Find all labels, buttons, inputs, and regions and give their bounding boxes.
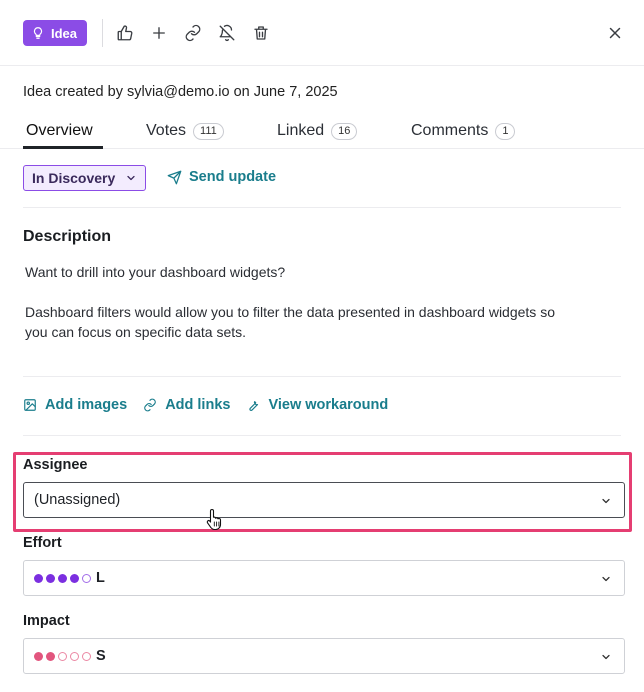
add-links-button[interactable]: Add links <box>143 397 230 413</box>
level-dot-empty <box>58 651 67 661</box>
status-value: In Discovery <box>32 170 116 186</box>
tab-overview[interactable]: Overview <box>26 122 93 140</box>
level-dot-empty <box>70 651 79 661</box>
impact-value: S <box>96 648 106 664</box>
plus-icon[interactable] <box>148 22 170 44</box>
tab-linked[interactable]: Linked 16 <box>277 122 358 140</box>
tab-bar: Overview Votes 111 Linked 16 Comments 1 <box>0 114 644 149</box>
active-tab-indicator <box>23 146 103 149</box>
description-title: Description <box>23 228 112 245</box>
divider <box>23 435 621 436</box>
view-workaround-label: View workaround <box>268 397 389 413</box>
level-dot-filled <box>58 573 67 583</box>
created-by-text: Idea created by sylvia@demo.io on June 7… <box>23 84 338 100</box>
bell-off-icon[interactable] <box>216 22 238 44</box>
chevron-down-icon <box>127 175 135 181</box>
assignee-select[interactable]: (Unassigned) <box>23 482 625 518</box>
type-badge-label: Idea <box>51 25 78 41</box>
description-actions: Add images Add links View workaround <box>23 397 388 413</box>
chevron-down-icon <box>602 498 610 504</box>
effort-value: L <box>96 570 105 586</box>
tab-comments-count: 1 <box>495 122 516 140</box>
thumbs-up-icon[interactable] <box>114 22 136 44</box>
tab-linked-count: 16 <box>331 122 358 140</box>
close-icon[interactable] <box>604 22 626 44</box>
level-dot-empty <box>82 651 91 661</box>
impact-label: Impact <box>23 613 70 629</box>
level-dot-filled <box>34 573 43 583</box>
toolbar-divider <box>102 19 103 47</box>
tab-comments[interactable]: Comments 1 <box>411 122 516 140</box>
effort-select[interactable]: L <box>23 560 625 596</box>
level-dot-filled <box>46 573 55 583</box>
description-line-3[interactable]: you can focus on specific data sets. <box>25 322 246 342</box>
level-dot-filled <box>34 651 43 661</box>
send-icon <box>167 170 182 184</box>
level-dot-empty <box>82 573 91 583</box>
level-dot-filled <box>70 573 79 583</box>
tab-votes-label: Votes <box>146 122 187 139</box>
assignee-label: Assignee <box>23 457 88 473</box>
divider <box>23 207 621 208</box>
toolbar: Idea <box>0 0 644 66</box>
view-workaround-button[interactable]: View workaround <box>246 397 388 413</box>
add-images-button[interactable]: Add images <box>23 397 127 413</box>
impact-level-dots <box>34 651 91 661</box>
add-links-label: Add links <box>165 397 231 413</box>
impact-select[interactable]: S <box>23 638 625 674</box>
description-line-1[interactable]: Want to drill into your dashboard widget… <box>25 262 285 282</box>
link-icon[interactable] <box>182 22 204 44</box>
send-update-label: Send update <box>189 169 277 185</box>
chevron-down-icon <box>602 576 610 582</box>
description-line-2[interactable]: Dashboard filters would allow you to fil… <box>25 302 555 322</box>
status-dropdown[interactable]: In Discovery <box>23 165 147 191</box>
tab-votes[interactable]: Votes 111 <box>146 122 224 140</box>
level-dot-filled <box>46 651 55 661</box>
trash-icon[interactable] <box>250 22 272 44</box>
effort-label: Effort <box>23 535 62 551</box>
add-images-label: Add images <box>45 397 128 413</box>
tab-overview-label: Overview <box>26 122 93 139</box>
image-icon <box>24 399 36 411</box>
wrench-icon <box>249 401 259 411</box>
link-icon <box>144 398 156 412</box>
divider <box>23 376 621 377</box>
lightbulb-icon <box>33 27 43 39</box>
assignee-value: (Unassigned) <box>34 492 121 508</box>
tab-votes-count: 111 <box>193 122 224 140</box>
chevron-down-icon <box>602 654 610 660</box>
tab-comments-label: Comments <box>411 122 489 139</box>
tab-linked-label: Linked <box>277 122 325 139</box>
hand-pointer-icon <box>206 508 222 530</box>
effort-level-dots <box>34 573 91 583</box>
idea-type-badge[interactable]: Idea <box>23 20 88 46</box>
send-update-button[interactable]: Send update <box>167 169 276 185</box>
